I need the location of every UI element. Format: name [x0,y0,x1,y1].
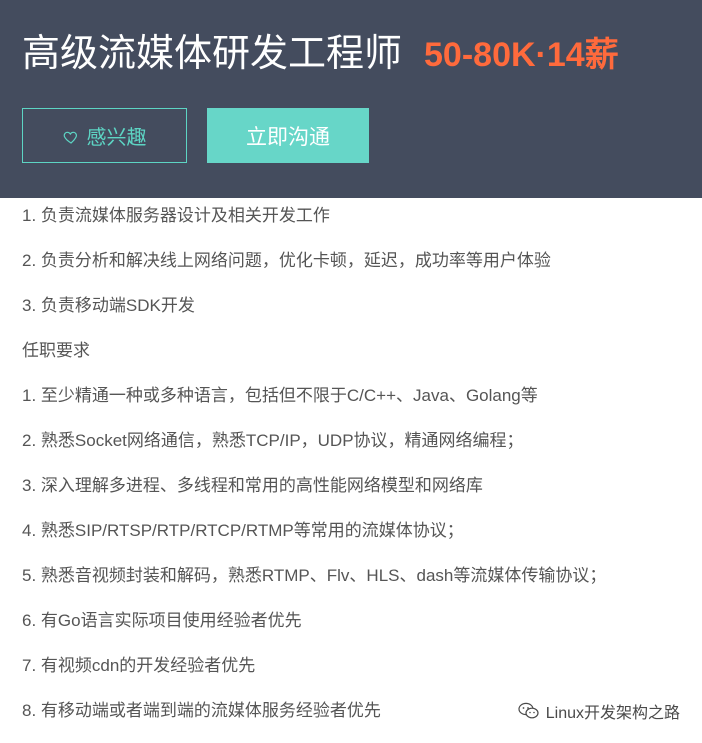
job-header: 高级流媒体研发工程师 50-80K·14薪 感兴趣 立即沟通 [0,0,702,198]
description-line: 7. 有视频cdn的开发经验者优先 [22,656,256,675]
description-line: 2. 负责分析和解决线上网络问题，优化卡顿，延迟，成功率等用户体验 [22,251,551,270]
description-line: 3. 深入理解多进程、多线程和常用的高性能网络模型和网络库 [22,476,483,495]
interest-button-label: 感兴趣 [86,127,147,149]
job-title: 高级流媒体研发工程师 [22,33,403,75]
heart-icon [63,128,79,144]
interest-button[interactable]: 感兴趣 [22,108,187,163]
watermark: Linux开发架构之路 [518,699,680,723]
title-row: 高级流媒体研发工程师 50-80K·14薪 [22,22,619,77]
description-line: 1. 至少精通一种或多种语言，包括但不限于C/C++、Java、Golang等 [22,386,538,405]
description-line: 1. 负责流媒体服务器设计及相关开发工作 [22,206,330,225]
watermark-text: Linux开发架构之路 [545,705,680,722]
job-description: 1. 负责流媒体服务器设计及相关开发工作 2. 负责分析和解决线上网络问题，优化… [22,198,692,738]
description-line: 3. 负责移动端SDK开发 [22,296,195,315]
description-line: 5. 熟悉音视频封装和解码，熟悉RTMP、Flv、HLS、dash等流媒体传输协… [22,566,607,585]
description-line: 6. 有Go语言实际项目使用经验者优先 [22,611,302,630]
description-line: 4. 熟悉SIP/RTSP/RTP/RTCP/RTMP等常用的流媒体协议； [22,521,464,540]
description-line: 2. 熟悉Socket网络通信，熟悉TCP/IP，UDP协议，精通网络编程； [22,431,524,450]
chat-now-button-label: 立即沟通 [246,125,330,149]
salary-range: 50-80K·14薪 [424,36,619,74]
requirements-heading: 任职要求 [22,341,90,360]
wechat-icon [518,702,539,719]
chat-now-button[interactable]: 立即沟通 [207,108,369,163]
